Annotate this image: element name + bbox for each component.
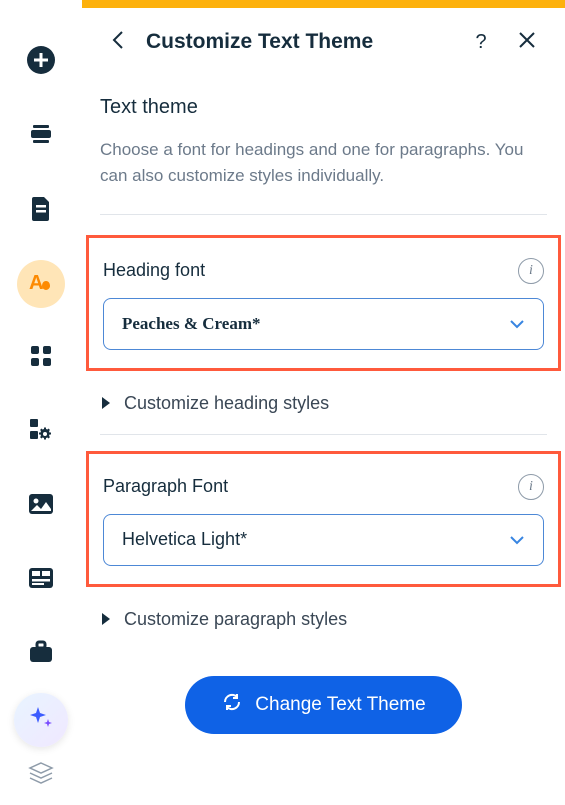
heading-font-group: Heading font i Peaches & Cream* — [86, 235, 561, 371]
sidebar-add-button[interactable] — [17, 38, 65, 86]
sidebar-sections-button[interactable] — [17, 112, 65, 160]
change-text-theme-button[interactable]: Change Text Theme — [185, 676, 461, 734]
paragraph-font-info[interactable]: i — [518, 474, 544, 500]
sparkle-icon — [26, 703, 56, 738]
apps-grid-icon — [29, 344, 53, 373]
paragraph-font-value: Helvetica Light* — [122, 529, 247, 550]
sidebar-ai-button[interactable] — [14, 693, 68, 747]
divider — [100, 434, 547, 435]
chevron-down-icon — [509, 529, 525, 550]
sidebar-media-button[interactable] — [17, 482, 65, 530]
heading-font-row: Heading font i — [103, 258, 544, 284]
close-icon — [518, 31, 536, 54]
svg-text:A: A — [29, 272, 43, 294]
panel-content: Text theme Choose a font for headings an… — [100, 76, 547, 734]
section-title: Text theme — [100, 96, 547, 119]
heading-font-dropdown[interactable]: Peaches & Cream* — [103, 298, 544, 350]
chevron-left-icon — [111, 30, 125, 55]
sidebar: A — [0, 8, 82, 805]
sidebar-apps-button[interactable] — [17, 334, 65, 382]
panel-header: Customize Text Theme ? — [100, 8, 547, 76]
customize-paragraph-label: Customize paragraph styles — [124, 609, 347, 630]
customize-heading-label: Customize heading styles — [124, 393, 329, 414]
sidebar-layers-button[interactable] — [21, 755, 61, 795]
divider — [100, 214, 547, 215]
top-accent-bar — [82, 0, 565, 8]
back-button[interactable] — [104, 28, 132, 56]
help-icon: ? — [475, 31, 486, 54]
image-icon — [28, 493, 54, 520]
close-button[interactable] — [511, 26, 543, 58]
sidebar-business-button[interactable] — [17, 630, 65, 678]
customize-heading-expander[interactable]: Customize heading styles — [100, 373, 547, 434]
layers-icon — [28, 761, 54, 790]
refresh-icon — [221, 691, 243, 719]
sidebar-settings-button[interactable] — [17, 408, 65, 456]
sidebar-theme-button[interactable]: A — [17, 260, 65, 308]
heading-font-value: Peaches & Cream* — [122, 314, 260, 334]
layout-icon — [28, 567, 54, 594]
section-description: Choose a font for headings and one for p… — [100, 137, 547, 190]
cta-label: Change Text Theme — [255, 694, 425, 716]
sidebar-blocks-button[interactable] — [17, 556, 65, 604]
briefcase-icon — [28, 640, 54, 669]
page-icon — [29, 195, 53, 226]
puzzle-gear-icon — [28, 417, 54, 448]
triangle-right-icon — [102, 397, 110, 409]
plus-circle-icon — [26, 45, 56, 80]
heading-font-label: Heading font — [103, 260, 205, 281]
panel-title: Customize Text Theme — [146, 30, 451, 54]
paragraph-font-dropdown[interactable]: Helvetica Light* — [103, 514, 544, 566]
info-icon: i — [529, 263, 533, 279]
help-button[interactable]: ? — [465, 26, 497, 58]
sidebar-pages-button[interactable] — [17, 186, 65, 234]
paragraph-font-row: Paragraph Font i — [103, 474, 544, 500]
triangle-right-icon — [102, 613, 110, 625]
cta-container: Change Text Theme — [100, 676, 547, 734]
panel: Customize Text Theme ? Text theme Choose… — [82, 8, 565, 805]
customize-paragraph-expander[interactable]: Customize paragraph styles — [100, 589, 547, 650]
sections-icon — [28, 121, 54, 152]
chevron-down-icon — [509, 314, 525, 334]
heading-font-info[interactable]: i — [518, 258, 544, 284]
paragraph-font-label: Paragraph Font — [103, 476, 228, 497]
info-icon: i — [529, 479, 533, 495]
theme-icon: A — [26, 267, 56, 302]
paragraph-font-group: Paragraph Font i Helvetica Light* — [86, 451, 561, 587]
